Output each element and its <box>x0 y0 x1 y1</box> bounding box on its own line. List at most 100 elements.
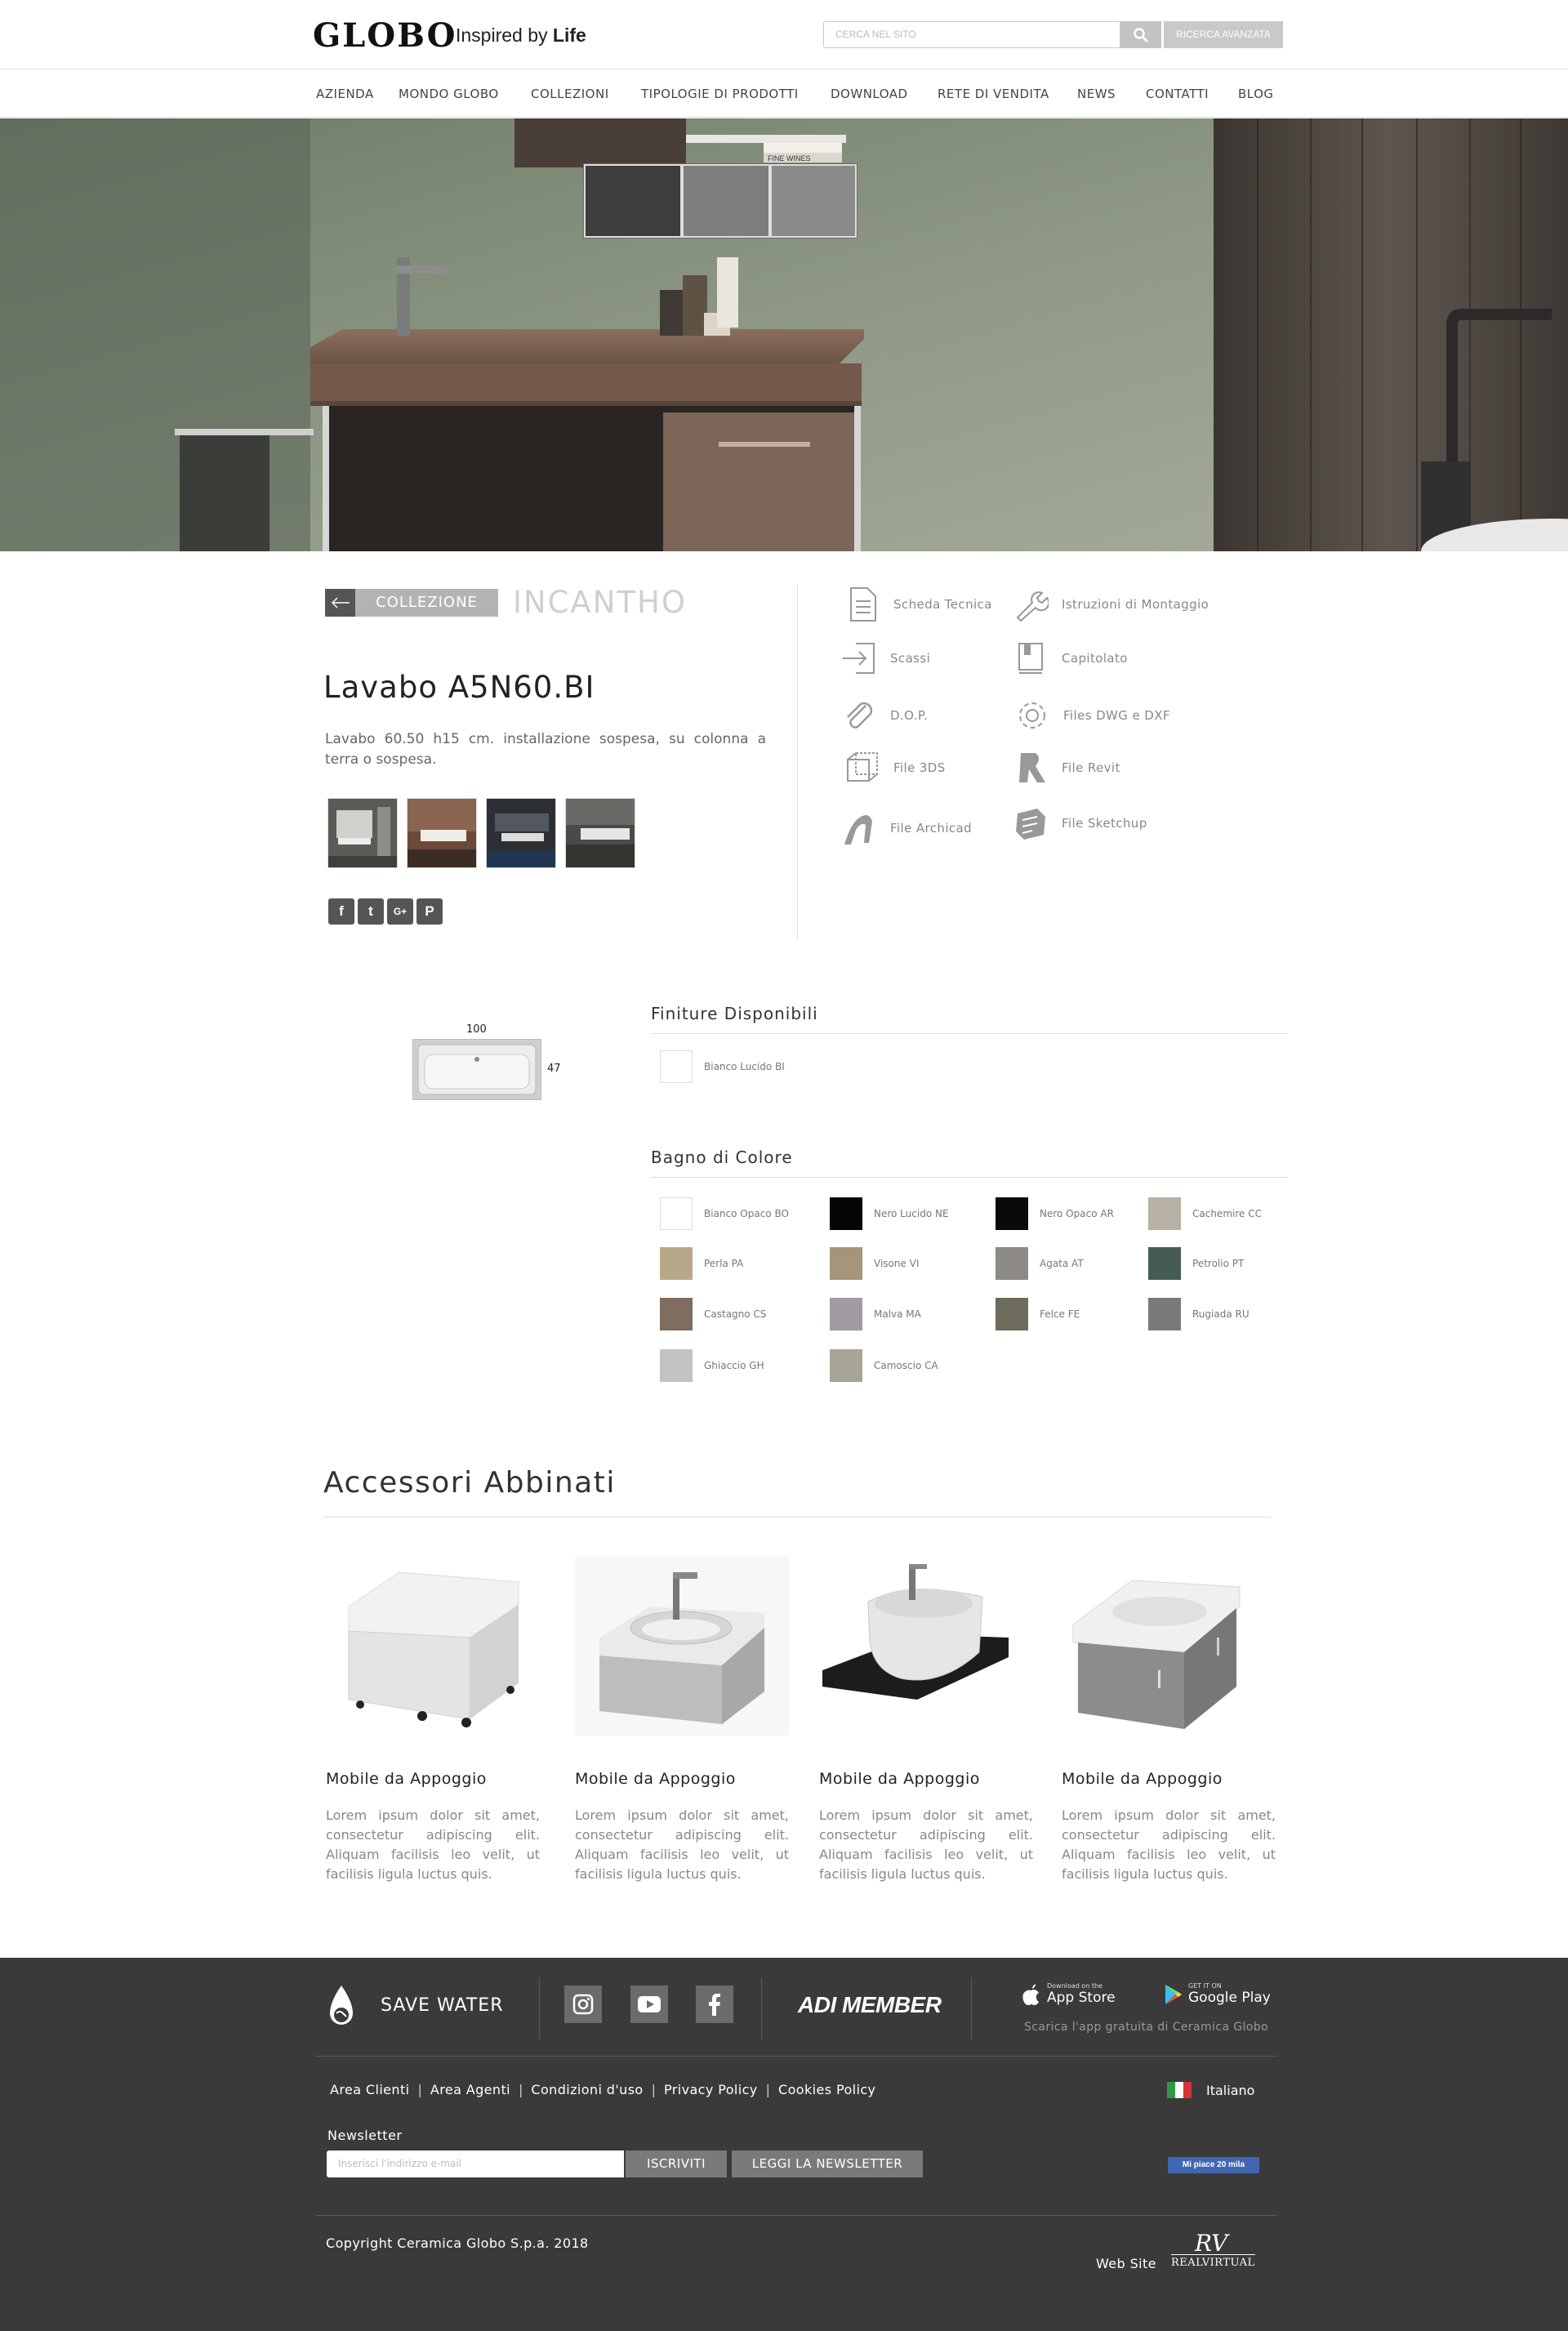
wrench-icon <box>1013 586 1049 622</box>
google-play-badge[interactable]: GET IT ON Google Play <box>1164 1982 1271 2006</box>
main-nav: AZIENDA MONDO GLOBO COLLEZIONI TIPOLOGIE… <box>0 70 1568 118</box>
globo-logo[interactable]: GLOBO <box>313 16 457 55</box>
nav-item-news[interactable]: NEWS <box>1077 87 1116 101</box>
search-input[interactable]: CERCA NEL SITO <box>823 21 1120 48</box>
sink-top-view-diagram <box>412 1039 541 1100</box>
download-sketchup[interactable]: File Sketchup <box>1013 805 1147 841</box>
youtube-button[interactable] <box>630 1986 668 2023</box>
collection-name[interactable]: INCANTHO <box>513 585 687 620</box>
download-scassi[interactable]: Scassi <box>841 640 930 676</box>
download-scheda-tecnica[interactable]: Scheda Tecnica <box>844 586 992 622</box>
swatch-label: Camoscio CA <box>874 1360 938 1371</box>
nav-item-collezioni[interactable]: COLLEZIONI <box>531 87 609 101</box>
product-thumbnail[interactable] <box>565 798 635 868</box>
download-label: File Archicad <box>890 821 973 836</box>
footer-link-area-agenti[interactable]: Area Agenti <box>430 2082 510 2097</box>
color-swatch[interactable]: Bianco Opaco BO <box>660 1197 789 1230</box>
save-water-label[interactable]: SAVE WATER <box>381 1995 503 2016</box>
color-swatch[interactable]: Malva MA <box>830 1298 921 1330</box>
paperclip-icon <box>841 698 877 733</box>
swatch-label: Bianco Lucido BI <box>704 1061 785 1072</box>
footer-link-condizioni[interactable]: Condizioni d'uso <box>531 2082 643 2097</box>
googleplus-share-button[interactable]: G+ <box>387 898 413 925</box>
newsletter-email-input[interactable]: Inserisci l'indirizzo e-mail <box>327 2150 624 2177</box>
back-button[interactable] <box>325 589 355 617</box>
svg-text:RV: RV <box>1194 2230 1230 2254</box>
download-capitolato[interactable]: Capitolato <box>1013 640 1128 676</box>
facebook-button[interactable] <box>696 1986 733 2023</box>
download-label: Capitolato <box>1062 651 1128 666</box>
hero-image: FINE WINES <box>0 118 1568 551</box>
product-thumbnail[interactable] <box>327 798 398 868</box>
swatch-color <box>1148 1197 1181 1230</box>
download-dwg-dxf[interactable]: Files DWG e DXF <box>1014 698 1170 733</box>
water-globe-icon <box>325 1984 358 2035</box>
app-store-badge[interactable]: Download on the App Store <box>1022 1982 1116 2006</box>
facebook-share-button[interactable]: f <box>328 898 354 925</box>
color-swatch[interactable]: Rugiada RU <box>1148 1298 1250 1330</box>
accessory-card[interactable]: Mobile da Appoggio Lorem ipsum dolor sit… <box>1062 1556 1276 1884</box>
link-separator: | <box>765 2082 771 2097</box>
facebook-icon <box>709 1994 720 2016</box>
nav-item-tipologie[interactable]: TIPOLOGIE DI PRODOTTI <box>641 87 799 101</box>
language-label: Italiano <box>1206 2082 1255 2098</box>
nav-item-mondo-globo[interactable]: MONDO GLOBO <box>399 87 499 101</box>
color-swatch[interactable]: Ghiaccio GH <box>660 1349 764 1382</box>
color-swatch[interactable]: Visone VI <box>830 1247 919 1280</box>
login-arrow-icon <box>841 640 877 676</box>
accessory-card[interactable]: Mobile da Appoggio Lorem ipsum dolor sit… <box>575 1556 789 1884</box>
footer-divider <box>761 1977 762 2039</box>
accessory-image <box>575 1556 789 1736</box>
swatch-label: Nero Opaco AR <box>1040 1208 1114 1219</box>
footer-link-privacy[interactable]: Privacy Policy <box>664 2082 758 2097</box>
finish-swatch[interactable]: Bianco Lucido BI <box>660 1050 785 1083</box>
download-revit[interactable]: File Revit <box>1013 750 1120 786</box>
color-swatch[interactable]: Perla PA <box>660 1247 743 1280</box>
facebook-like-button[interactable]: Mi piace 20 mila <box>1168 2157 1259 2173</box>
section-divider <box>797 585 798 939</box>
pinterest-share-button[interactable]: P <box>416 898 443 925</box>
color-swatch[interactable]: Felce FE <box>996 1298 1080 1330</box>
swatch-label: Felce FE <box>1040 1308 1080 1320</box>
nav-item-contatti[interactable]: CONTATTI <box>1146 87 1209 101</box>
color-swatch[interactable]: Agata AT <box>996 1247 1084 1280</box>
color-swatch[interactable]: Nero Lucido NE <box>830 1197 949 1230</box>
product-thumbnail[interactable] <box>407 798 477 868</box>
nav-item-rete-vendita[interactable]: RETE DI VENDITA <box>938 87 1049 101</box>
search-icon <box>1134 27 1149 42</box>
nav-item-download[interactable]: DOWNLOAD <box>831 87 908 101</box>
website-label: Web Site <box>1096 2256 1156 2271</box>
accessory-card[interactable]: Mobile da Appoggio Lorem ipsum dolor sit… <box>819 1556 1033 1884</box>
footer-divider-h <box>315 2215 1277 2216</box>
cube-icon <box>844 750 880 786</box>
product-thumbnail[interactable] <box>486 798 556 868</box>
realvirtual-logo[interactable]: RV REALVIRTUAL <box>1171 2230 1255 2269</box>
nav-item-blog[interactable]: BLOG <box>1238 87 1274 101</box>
swatch-label: Rugiada RU <box>1192 1308 1250 1320</box>
footer-link-area-clienti[interactable]: Area Clienti <box>330 2082 409 2097</box>
color-swatch[interactable]: Cachemire CC <box>1148 1197 1262 1230</box>
color-swatch[interactable]: Castagno CS <box>660 1298 766 1330</box>
swatch-label: Petrolio PT <box>1192 1258 1245 1269</box>
nav-item-azienda[interactable]: AZIENDA <box>316 87 374 101</box>
instagram-button[interactable] <box>564 1986 602 2023</box>
language-selector[interactable]: Italiano <box>1167 2082 1254 2098</box>
color-swatch[interactable]: Nero Opaco AR <box>996 1197 1114 1230</box>
footer-link-cookies[interactable]: Cookies Policy <box>778 2082 875 2097</box>
collection-label[interactable]: COLLEZIONE <box>355 589 498 617</box>
twitter-share-button[interactable]: t <box>358 898 384 925</box>
read-newsletter-button[interactable]: LEGGI LA NEWSLETTER <box>732 2150 923 2177</box>
color-swatch[interactable]: Camoscio CA <box>830 1349 938 1382</box>
search-button[interactable] <box>1120 21 1161 48</box>
download-dop[interactable]: D.O.P. <box>841 698 928 733</box>
swatch-color <box>996 1197 1028 1230</box>
accessory-card[interactable]: Mobile da Appoggio Lorem ipsum dolor sit… <box>326 1556 540 1884</box>
advanced-search-button[interactable]: RICERCA AVANZATA <box>1164 21 1283 48</box>
download-istruzioni[interactable]: Istruzioni di Montaggio <box>1013 586 1209 622</box>
color-swatch[interactable]: Petrolio PT <box>1148 1247 1244 1280</box>
subscribe-button[interactable]: ISCRIVITI <box>626 2150 727 2177</box>
download-3ds[interactable]: File 3DS <box>844 750 946 786</box>
download-archicad[interactable]: File Archicad <box>841 810 972 846</box>
book-label: FINE WINES <box>768 154 811 163</box>
adi-member-logo[interactable]: ADI MEMBER <box>798 1992 942 2018</box>
